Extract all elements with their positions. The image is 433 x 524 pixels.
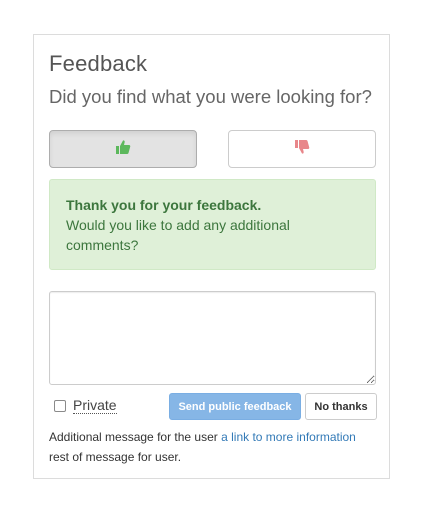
feedback-title: Feedback [49,51,148,76]
more-information-link[interactable]: a link to more information [221,430,356,444]
thumbs-down-button[interactable] [228,130,376,168]
alert-body: Would you like to add any additional com… [66,217,290,253]
comment-textarea[interactable] [49,291,376,385]
private-toggle[interactable]: Private [54,397,117,414]
no-thanks-button[interactable]: No thanks [305,393,377,420]
feedback-question: Did you find what you were looking for? [49,86,372,107]
alert-heading: Thank you for your feedback. [66,197,262,213]
private-checkbox[interactable] [54,399,66,412]
thumbs-up-button[interactable] [49,130,197,168]
send-public-feedback-button[interactable]: Send public feedback [169,393,301,420]
thumbs-up-icon [115,139,131,160]
message-prefix: Additional message for the user [49,430,222,444]
thank-you-alert: Thank you for your feedback. Would you l… [49,179,376,270]
user-message: Additional message for the user a link t… [49,427,379,467]
feedback-panel: Feedback Did you find what you were look… [33,34,390,479]
private-label[interactable]: Private [73,397,117,414]
thumbs-down-icon [294,139,310,160]
message-suffix: rest of message for user. [49,450,182,464]
